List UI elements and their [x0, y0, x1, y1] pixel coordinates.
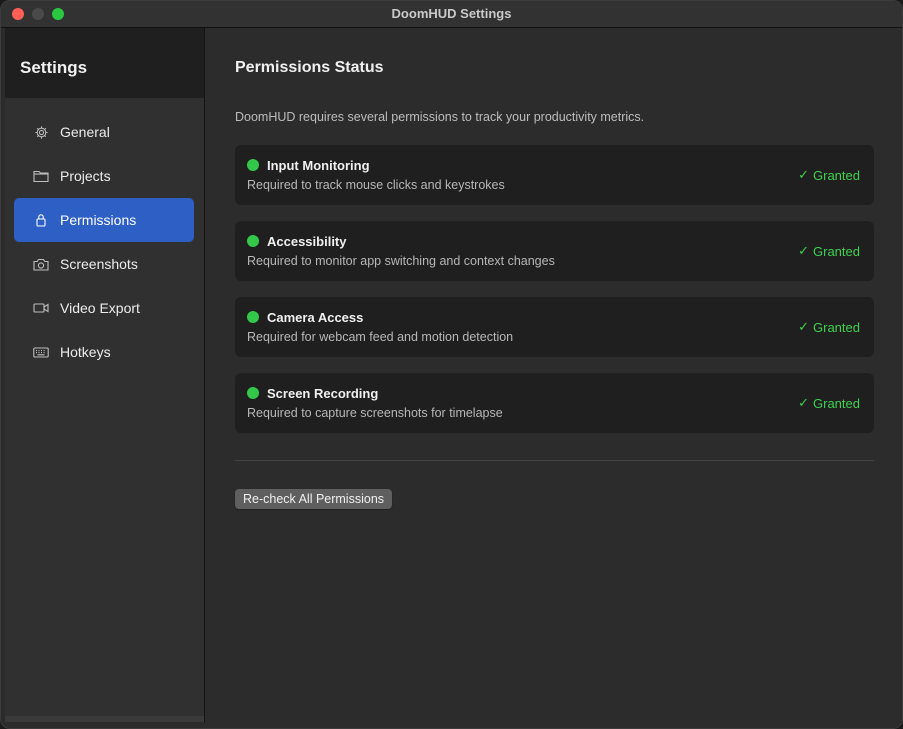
recheck-permissions-button[interactable]: Re-check All Permissions: [235, 489, 393, 509]
checkmark-icon: ✓: [798, 243, 810, 258]
permission-name: Screen Recording: [267, 386, 379, 401]
sidebar-item-projects[interactable]: Projects: [14, 154, 194, 198]
sidebar-title: Settings: [20, 58, 88, 77]
folder-icon: [33, 168, 49, 184]
checkmark-icon: ✓: [798, 167, 810, 182]
gear-icon: [33, 124, 49, 140]
divider: [235, 460, 874, 461]
permission-card-accessibility: Accessibility Required to monitor app sw…: [235, 221, 874, 281]
checkmark-icon: ✓: [798, 395, 810, 410]
sidebar-item-label: General: [60, 124, 110, 140]
permission-card-input-monitoring: Input Monitoring Required to track mouse…: [235, 145, 874, 205]
sidebar-item-permissions[interactable]: Permissions: [14, 198, 194, 242]
status-badge: ✓ Granted: [798, 167, 860, 183]
status-label: Granted: [813, 243, 860, 259]
status-badge: ✓ Granted: [798, 243, 860, 259]
page-title: Permissions Status: [235, 59, 384, 76]
status-label: Granted: [813, 319, 860, 335]
permission-description: Required to track mouse clicks and keyst…: [247, 178, 505, 192]
status-badge: ✓ Granted: [798, 395, 860, 411]
status-dot-icon: [247, 387, 259, 399]
sidebar-footer: [5, 716, 204, 722]
video-icon: [33, 300, 49, 316]
sidebar-item-hotkeys[interactable]: Hotkeys: [14, 330, 194, 374]
sidebar-item-general[interactable]: General: [14, 110, 194, 154]
sidebar-header: Settings: [5, 28, 204, 98]
status-badge: ✓ Granted: [798, 319, 860, 335]
settings-window: DoomHUD Settings Settings General Projec…: [0, 0, 903, 729]
permission-name: Input Monitoring: [267, 158, 370, 173]
permission-description: Required to capture screenshots for time…: [247, 406, 503, 420]
camera-icon: [33, 256, 49, 272]
sidebar-item-video-export[interactable]: Video Export: [14, 286, 194, 330]
status-dot-icon: [247, 159, 259, 171]
permissions-list: Input Monitoring Required to track mouse…: [235, 145, 874, 449]
status-dot-icon: [247, 311, 259, 323]
sidebar-nav: General Projects Permissions Screenshots…: [14, 110, 194, 374]
status-label: Granted: [813, 395, 860, 411]
title-bar: DoomHUD Settings: [1, 1, 902, 28]
permission-name: Accessibility: [267, 234, 347, 249]
status-dot-icon: [247, 235, 259, 247]
permissions-pane: Permissions Status DoomHUD requires seve…: [205, 28, 902, 728]
permission-name: Camera Access: [267, 310, 364, 325]
sidebar-item-label: Permissions: [60, 212, 137, 228]
sidebar-item-label: Video Export: [60, 300, 140, 316]
sidebar-item-label: Screenshots: [60, 256, 138, 272]
checkmark-icon: ✓: [798, 319, 810, 334]
sidebar-item-label: Projects: [60, 168, 111, 184]
sidebar: Settings General Projects Permissions Sc…: [5, 28, 205, 722]
permission-description: Required for webcam feed and motion dete…: [247, 330, 514, 344]
permission-description: Required to monitor app switching and co…: [247, 254, 555, 268]
status-label: Granted: [813, 167, 860, 183]
page-description: DoomHUD requires several permissions to …: [235, 110, 645, 124]
permission-card-camera-access: Camera Access Required for webcam feed a…: [235, 297, 874, 357]
lock-icon: [33, 212, 49, 228]
window-title: DoomHUD Settings: [391, 6, 512, 21]
keyboard-icon: [33, 344, 49, 360]
permission-card-screen-recording: Screen Recording Required to capture scr…: [235, 373, 874, 433]
sidebar-item-screenshots[interactable]: Screenshots: [14, 242, 194, 286]
sidebar-item-label: Hotkeys: [60, 344, 111, 360]
